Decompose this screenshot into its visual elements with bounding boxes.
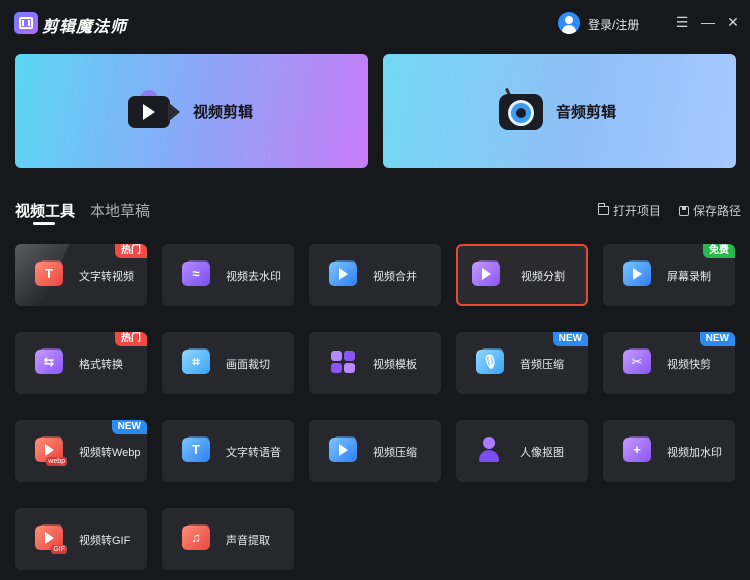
folder-icon <box>597 203 609 215</box>
tool-badge: 热门 <box>115 244 147 258</box>
tool-label: 视频去水印 <box>226 271 281 283</box>
audio-mic-icon <box>499 87 547 134</box>
tool-card[interactable]: 视频压缩 <box>309 420 441 482</box>
tool-badge: NEW <box>552 332 588 346</box>
format-convert-icon: ⇆ <box>33 348 65 378</box>
tool-badge: 热门 <box>115 332 147 346</box>
tool-label: 视频压缩 <box>373 447 417 459</box>
tool-label: 音频压缩 <box>520 359 564 371</box>
video-edit-label: 视频剪辑 <box>193 104 254 121</box>
video-compress-icon <box>327 436 359 466</box>
tool-label: 视频快剪 <box>667 359 711 371</box>
app-logo-icon <box>14 12 38 34</box>
audio-edit-card[interactable]: 音频剪辑 <box>383 54 736 168</box>
save-path-button[interactable]: 保存路径 <box>679 202 741 219</box>
tool-badge: 免费 <box>703 244 735 258</box>
tool-card[interactable]: 🎙 音频压缩 NEW <box>456 332 588 394</box>
tool-card[interactable]: + 视频加水印 <box>603 420 735 482</box>
minimize-icon[interactable]: — <box>700 14 716 30</box>
tool-label: 文字转语音 <box>226 447 281 459</box>
tool-label: 屏幕录制 <box>667 271 711 283</box>
video-to-gif-icon: GIF <box>33 524 67 554</box>
video-edit-card[interactable]: 视频剪辑 <box>15 54 368 168</box>
quick-cut-icon: ✂ <box>621 348 653 378</box>
tool-card[interactable]: ⇆ 格式转换 热门 <box>15 332 147 394</box>
text-to-video-icon: T <box>33 260 65 290</box>
tool-card[interactable]: 视频分割 <box>456 244 588 306</box>
tool-card[interactable]: T 文字转视频 热门 <box>15 244 147 306</box>
user-avatar-icon[interactable] <box>558 12 580 34</box>
tool-label: 文字转视频 <box>79 271 134 283</box>
tab-local-drafts[interactable]: 本地草稿 <box>90 200 150 221</box>
tool-card[interactable]: 视频合并 <box>309 244 441 306</box>
audio-extract-icon: ♫ <box>180 524 212 554</box>
tool-label: 视频分割 <box>521 271 565 283</box>
tool-label: 人像抠图 <box>520 447 564 459</box>
video-split-icon <box>470 260 502 290</box>
tool-label: 视频合并 <box>373 271 417 283</box>
tool-label: 视频加水印 <box>667 447 722 459</box>
save-disk-icon <box>679 205 689 216</box>
tool-label: 格式转换 <box>79 359 123 371</box>
tool-card[interactable]: ♫ 声音提取 <box>162 508 294 570</box>
close-icon[interactable]: ✕ <box>725 14 741 30</box>
video-to-webp-icon: webp <box>33 436 67 466</box>
tool-badge: NEW <box>699 332 735 346</box>
tool-label: 视频转GIF <box>79 535 131 547</box>
tool-card[interactable]: T 文字转语音 <box>162 420 294 482</box>
active-tab-indicator <box>33 222 55 225</box>
video-camera-icon <box>128 90 180 132</box>
text-to-speech-icon: T <box>180 436 212 466</box>
login-register-link[interactable]: 登录/注册 <box>588 16 639 33</box>
tool-card[interactable]: ✂ 视频快剪 NEW <box>603 332 735 394</box>
tab-video-tools[interactable]: 视频工具 <box>15 200 75 221</box>
tool-label: 画面裁切 <box>226 359 270 371</box>
video-merge-icon <box>327 260 359 290</box>
tool-card[interactable]: 屏幕录制 免费 <box>603 244 735 306</box>
menu-icon[interactable]: ☰ <box>674 14 690 30</box>
tool-card[interactable]: 视频模板 <box>309 332 441 394</box>
audio-compress-icon: 🎙 <box>474 348 506 378</box>
app-title: 剪辑魔法师 <box>42 19 128 36</box>
screen-record-icon <box>621 260 653 290</box>
add-watermark-icon: + <box>621 436 653 466</box>
crop-icon: ⌗ <box>180 348 212 378</box>
title-bar: 剪辑魔法师 登录/注册 ☰ — ✕ <box>0 0 750 46</box>
tool-card[interactable]: ≈ 视频去水印 <box>162 244 294 306</box>
tool-badge: NEW <box>111 420 147 434</box>
audio-edit-label: 音频剪辑 <box>556 104 617 121</box>
tool-label: 视频模板 <box>373 359 417 371</box>
tool-label: 声音提取 <box>226 535 270 547</box>
tool-card[interactable]: ⌗ 画面裁切 <box>162 332 294 394</box>
open-project-label: 打开项目 <box>613 204 662 218</box>
video-template-icon <box>327 348 359 378</box>
save-path-label: 保存路径 <box>693 204 742 218</box>
open-project-button[interactable]: 打开项目 <box>597 202 662 219</box>
tool-card[interactable]: 人像抠图 <box>456 420 588 482</box>
tool-card[interactable]: webp 视频转Webp NEW <box>15 420 147 482</box>
remove-watermark-icon: ≈ <box>180 260 212 290</box>
tool-card[interactable]: GIF 视频转GIF <box>15 508 147 570</box>
app-window: 剪辑魔法师 登录/注册 ☰ — ✕ 视频剪辑 音频剪辑 视频工具 本地草稿 打开… <box>0 0 750 580</box>
portrait-cutout-icon <box>474 436 506 466</box>
tool-label: 视频转Webp <box>79 447 141 459</box>
